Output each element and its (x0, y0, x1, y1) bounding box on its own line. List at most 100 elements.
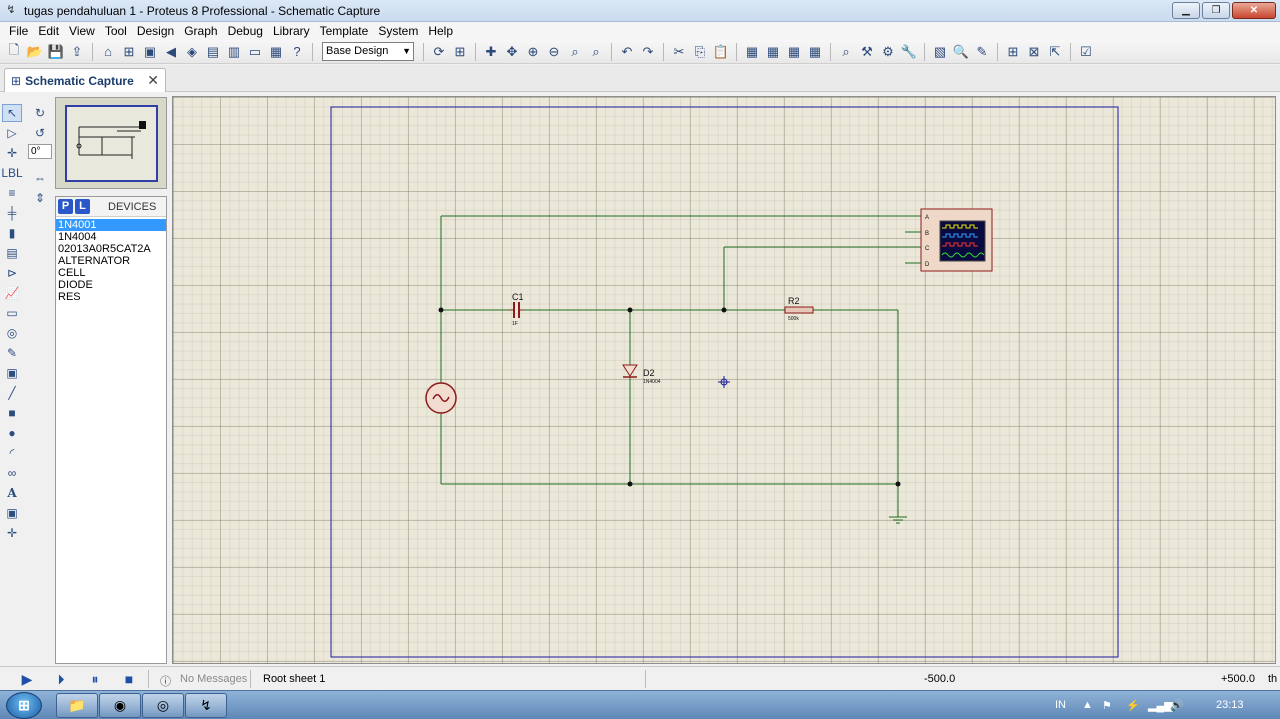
wire-label-icon[interactable]: LBL (1, 164, 22, 182)
text-icon[interactable]: A (2, 484, 22, 502)
packaging-tool-icon[interactable]: ⚙ (878, 42, 898, 62)
menu-edit[interactable]: Edit (33, 22, 64, 40)
mirror-vertical-icon[interactable]: ⇕ (30, 189, 50, 207)
mirror-horizontal-icon[interactable]: ⇔ (30, 169, 50, 187)
menu-template[interactable]: Template (315, 22, 374, 40)
decompose-icon[interactable]: 🔧 (899, 42, 919, 62)
menu-debug[interactable]: Debug (223, 22, 268, 40)
menu-library[interactable]: Library (268, 22, 315, 40)
zoom-in-icon[interactable]: ⊕ (523, 42, 543, 62)
source-code-icon[interactable]: ▥ (224, 42, 244, 62)
device-pins-icon[interactable]: ⊳ (2, 264, 22, 282)
path-icon[interactable]: ∞ (2, 464, 22, 482)
voltage-probe-icon[interactable]: ✎ (2, 344, 22, 362)
new-file-icon[interactable]: 🗋 (4, 42, 24, 62)
import-icon[interactable]: ⇪ (67, 42, 87, 62)
close-button[interactable]: ✕ (1232, 2, 1276, 19)
graph-icon[interactable]: 📈 (2, 284, 22, 302)
language-indicator[interactable]: IN (1055, 699, 1066, 711)
block-move-icon[interactable]: ▦ (763, 42, 783, 62)
virtual-instruments-icon[interactable]: ▣ (2, 364, 22, 382)
device-item[interactable]: 02013A0R5CAT2A (56, 243, 166, 255)
gerber-icon[interactable]: ◀ (161, 42, 181, 62)
device-item[interactable]: ALTERNATOR (56, 255, 166, 267)
overview-window[interactable] (55, 97, 167, 189)
power-icon[interactable]: ⚡ (1126, 699, 1140, 712)
circle-icon[interactable]: ● (2, 424, 22, 442)
junction-dot[interactable] (627, 481, 633, 487)
tape-recorder-icon[interactable]: ▭ (2, 304, 22, 322)
symbol-icon[interactable]: ▣ (2, 504, 22, 522)
electrical-rule-check-icon[interactable]: ☑ (1076, 42, 1096, 62)
property-assignment-icon[interactable]: ✎ (972, 42, 992, 62)
pan-icon[interactable]: ✥ (502, 42, 522, 62)
device-item[interactable]: CELL (56, 267, 166, 279)
undo-icon[interactable]: ↶ (617, 42, 637, 62)
component-mode-icon[interactable]: ▷ (2, 124, 22, 142)
subcircuit-icon[interactable]: ▮ (2, 224, 22, 242)
design-select[interactable]: Base Design ▼ (322, 42, 414, 61)
cut-icon[interactable]: ✂ (669, 42, 689, 62)
schematic-canvas[interactable]: C1 1F R2 500k D2 1N4004 A B C D (172, 96, 1276, 664)
stop-icon[interactable]: ■ (118, 670, 140, 688)
zoom-all-icon[interactable]: ⌕ (565, 42, 585, 62)
step-icon[interactable]: ⏵ (50, 670, 72, 688)
menu-design[interactable]: Design (132, 22, 179, 40)
start-button[interactable]: ⊞ (6, 692, 42, 719)
capacitor-c1[interactable] (509, 302, 523, 318)
network-icon[interactable]: ▂▄▆ (1148, 699, 1173, 712)
clock[interactable]: 23:13 (1216, 699, 1244, 711)
diode-d2[interactable] (622, 364, 638, 378)
resistor-r2[interactable] (784, 306, 814, 314)
save-icon[interactable]: 💾 (46, 42, 66, 62)
text-script-icon[interactable]: ≡ (2, 184, 22, 202)
library-manager-button[interactable]: L (75, 199, 90, 214)
alternator-source[interactable] (425, 382, 457, 414)
device-item[interactable]: 1N4001 (56, 219, 166, 231)
3d-view-icon[interactable]: ◈ (182, 42, 202, 62)
rotate-clockwise-icon[interactable]: ↻ (30, 104, 50, 122)
menu-file[interactable]: File (4, 22, 33, 40)
device-item[interactable]: 1N4004 (56, 231, 166, 243)
home-icon[interactable]: ⌂ (98, 42, 118, 62)
file-explorer-icon[interactable]: 📁 (56, 693, 98, 718)
arc-icon[interactable]: ◜ (2, 444, 22, 462)
rotate-anticlockwise-icon[interactable]: ↺ (30, 124, 50, 142)
menu-view[interactable]: View (64, 22, 100, 40)
report-icon[interactable]: ▦ (266, 42, 286, 62)
make-device-icon[interactable]: ⚒ (857, 42, 877, 62)
line-icon[interactable]: ╱ (2, 384, 22, 402)
menu-system[interactable]: System (373, 22, 423, 40)
netlist-icon[interactable]: ▭ (245, 42, 265, 62)
redo-icon[interactable]: ↷ (638, 42, 658, 62)
block-copy-icon[interactable]: ▦ (742, 42, 762, 62)
pick-devices-button[interactable]: P (58, 199, 73, 214)
junction-dot[interactable] (895, 481, 901, 487)
action-center-icon[interactable]: ⚑ (1102, 699, 1112, 712)
ground-terminal[interactable] (889, 516, 907, 524)
device-item[interactable]: RES (56, 291, 166, 303)
zoom-out-icon[interactable]: ⊖ (544, 42, 564, 62)
firefox-icon[interactable]: ◉ (99, 693, 141, 718)
oscilloscope[interactable] (920, 208, 993, 272)
close-tab-icon[interactable]: ✕ (147, 72, 159, 89)
junction-dot[interactable] (438, 307, 444, 313)
minimize-button[interactable]: ▁ (1172, 2, 1200, 19)
junction-dot-icon[interactable]: ✛ (2, 144, 22, 162)
exit-to-parent-icon[interactable]: ⇱ (1045, 42, 1065, 62)
marker-icon[interactable]: ✛ (2, 524, 22, 542)
grid-icon[interactable]: ⊞ (450, 42, 470, 62)
maximize-button[interactable]: ❐ (1202, 2, 1230, 19)
pick-device-icon[interactable]: ⌕ (836, 42, 856, 62)
copy-icon[interactable]: ⎘ (690, 42, 710, 62)
block-delete-icon[interactable]: ▦ (805, 42, 825, 62)
menu-tool[interactable]: Tool (100, 22, 132, 40)
bus-icon[interactable]: ╪ (2, 204, 22, 222)
play-icon[interactable]: ▶ (16, 670, 38, 688)
block-rotate-icon[interactable]: ▦ (784, 42, 804, 62)
refresh-icon[interactable]: ⟳ (429, 42, 449, 62)
menu-help[interactable]: Help (423, 22, 458, 40)
junction-dot[interactable] (721, 307, 727, 313)
terminals-icon[interactable]: ▤ (2, 244, 22, 262)
rotation-angle-input[interactable]: 0° (28, 144, 52, 159)
